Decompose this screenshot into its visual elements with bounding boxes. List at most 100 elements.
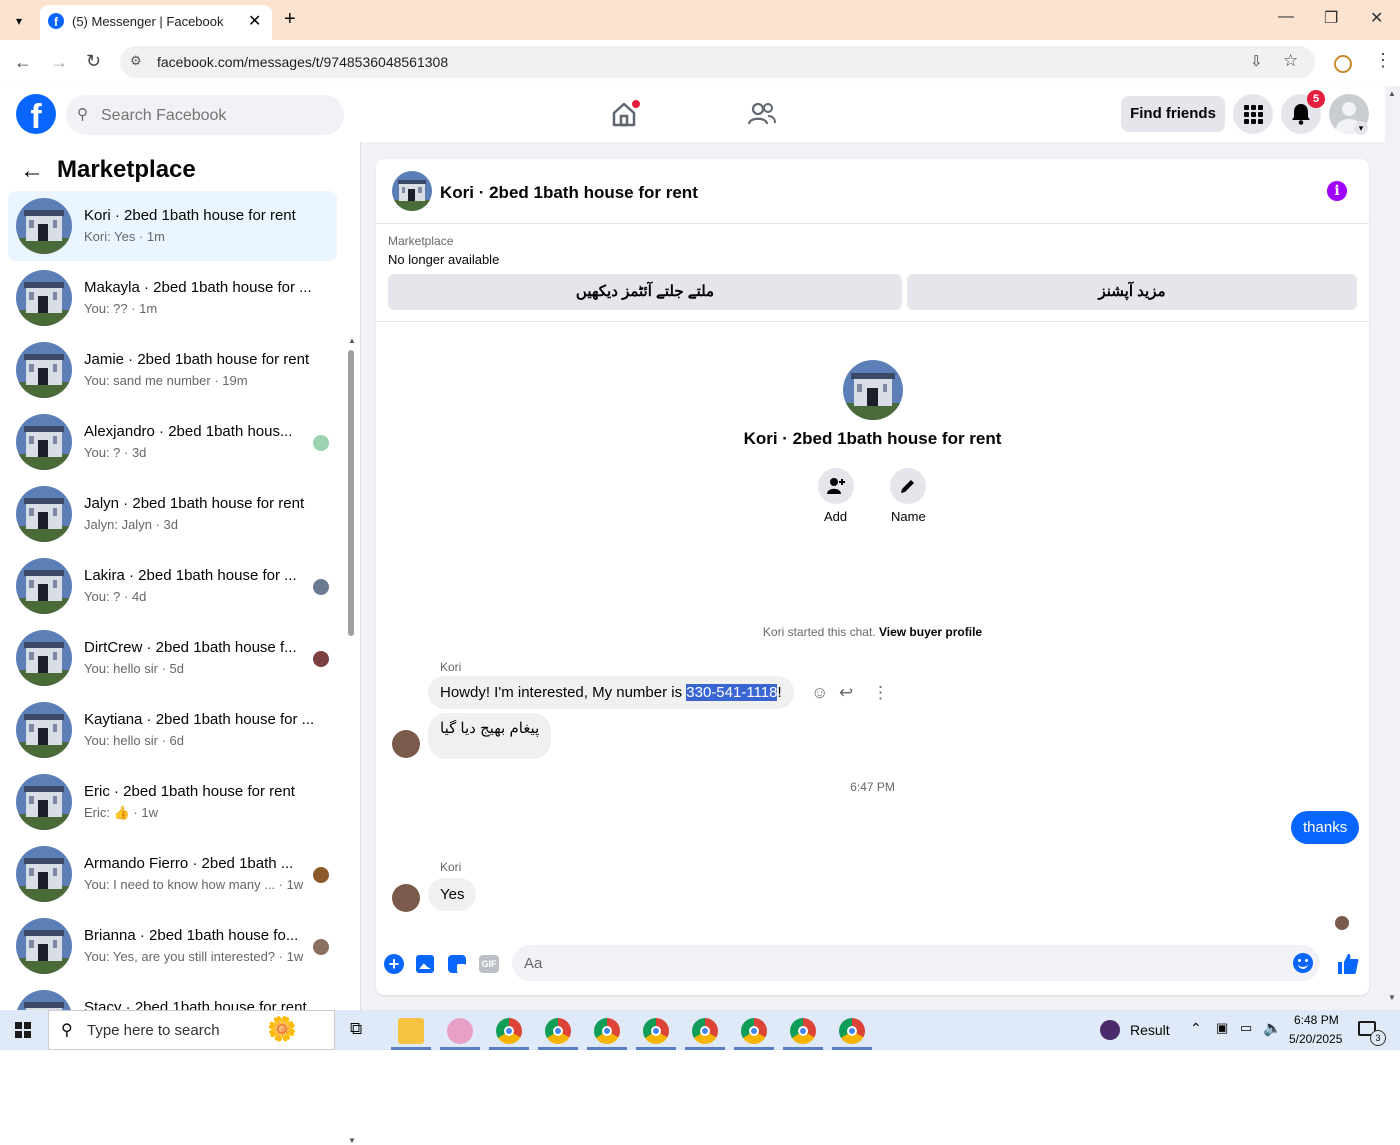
more-actions-icon[interactable]: + bbox=[384, 954, 404, 974]
windows-start-icon[interactable] bbox=[15, 1022, 31, 1038]
account-chevron-icon[interactable]: ▾ bbox=[1354, 121, 1368, 135]
show-hidden-icons[interactable]: ⌃ bbox=[1190, 1020, 1202, 1037]
started-text: Kori started this chat. bbox=[762, 625, 876, 639]
new-tab-icon[interactable]: + bbox=[284, 8, 296, 31]
tab-list-chevron-icon[interactable]: ▾ bbox=[8, 10, 30, 32]
conversation-item[interactable]: Lakira · 2bed 1bath house for ... You: ? … bbox=[8, 551, 337, 621]
conversation-preview: You: ? · 3d bbox=[84, 445, 147, 460]
network-icon[interactable]: ▭ bbox=[1240, 1020, 1252, 1036]
notifications-button[interactable]: 5 bbox=[1281, 90, 1325, 134]
chrome-taskbar-icon[interactable] bbox=[741, 1018, 767, 1044]
message-bubble-urdu[interactable]: پیغام بھیج دیا گیا bbox=[428, 713, 552, 759]
clock-time[interactable]: 6:48 PM bbox=[1294, 1013, 1339, 1027]
conversation-item[interactable]: Eric · 2bed 1bath house for rent Eric: 👍 … bbox=[8, 767, 337, 837]
search-box[interactable]: ⚲ bbox=[66, 95, 344, 137]
conversation-item[interactable]: Kaytiana · 2bed 1bath house for ... You: … bbox=[8, 695, 337, 765]
chrome-taskbar-icon[interactable] bbox=[594, 1018, 620, 1044]
volume-icon[interactable]: 🔈 bbox=[1263, 1019, 1282, 1037]
conversation-preview: Jalyn: Jalyn · 3d bbox=[84, 517, 178, 532]
listing-thumbnail bbox=[16, 990, 72, 1010]
profile-name: Kori · 2bed 1bath house for rent bbox=[743, 429, 1002, 448]
clock-date[interactable]: 5/20/2025 bbox=[1289, 1032, 1342, 1046]
my-message-bubble[interactable]: thanks bbox=[1291, 811, 1360, 844]
listing-thumbnail bbox=[16, 414, 72, 470]
file-explorer-icon[interactable] bbox=[398, 1018, 424, 1044]
search-input[interactable] bbox=[99, 95, 333, 137]
name-button[interactable] bbox=[890, 468, 926, 504]
site-info-icon[interactable]: ⚙ bbox=[130, 53, 142, 69]
message-input[interactable]: Aa bbox=[524, 955, 542, 972]
emoji-icon[interactable] bbox=[1293, 953, 1313, 973]
minimize-icon[interactable]: — bbox=[1278, 8, 1294, 26]
chrome-taskbar-icon[interactable] bbox=[692, 1018, 718, 1044]
menu-grid-button[interactable] bbox=[1233, 94, 1273, 134]
view-buyer-profile-link[interactable]: View buyer profile bbox=[879, 625, 982, 639]
snipping-tool-icon[interactable] bbox=[447, 1018, 473, 1044]
attach-photo-icon[interactable] bbox=[416, 955, 434, 973]
chrome-taskbar-icon[interactable] bbox=[643, 1018, 669, 1044]
chrome-taskbar-icon[interactable] bbox=[839, 1018, 865, 1044]
meet-now-icon[interactable]: ▣ bbox=[1216, 1020, 1228, 1036]
conversation-item[interactable]: Brianna · 2bed 1bath house fo... You: Yes… bbox=[8, 911, 337, 981]
conversation-item[interactable]: Stacy · 2bed 1bath house for rent bbox=[8, 983, 337, 1010]
conversation-item[interactable]: Jamie · 2bed 1bath house for rent You: sa… bbox=[8, 335, 337, 405]
conversation-item[interactable]: Alexjandro · 2bed 1bath hous... You: ? · … bbox=[8, 407, 337, 477]
chat-title[interactable]: Kori · 2bed 1bath house for rent bbox=[440, 183, 698, 203]
facebook-logo-icon[interactable]: f bbox=[16, 94, 56, 134]
scrollbar-thumb[interactable] bbox=[348, 350, 354, 636]
weather-icon[interactable] bbox=[1100, 1020, 1120, 1040]
profile-icon[interactable] bbox=[1334, 55, 1352, 73]
close-window-icon[interactable]: ✕ bbox=[1370, 8, 1383, 28]
gif-icon[interactable]: GIF bbox=[479, 955, 499, 973]
conversation-item[interactable]: Kori · 2bed 1bath house for rent Kori: Ye… bbox=[8, 191, 337, 261]
conversation-preview: You: hello sir · 5d bbox=[84, 661, 184, 676]
conversation-item[interactable]: DirtCrew · 2bed 1bath house f... You: hel… bbox=[8, 623, 337, 693]
taskbar-search[interactable]: ⚲ Type here to search 🌼 bbox=[48, 1010, 335, 1050]
chat-header-avatar[interactable] bbox=[392, 171, 432, 211]
conversation-item[interactable]: Makayla · 2bed 1bath house for ... You: ?… bbox=[8, 263, 337, 333]
listing-thumbnail bbox=[16, 630, 72, 686]
reload-icon[interactable]: ↻ bbox=[86, 51, 101, 72]
back-arrow-icon[interactable]: ← bbox=[20, 157, 44, 185]
tab-close-icon[interactable]: ✕ bbox=[248, 11, 261, 31]
message-bubble-yes[interactable]: Yes bbox=[428, 878, 477, 911]
sticker-icon[interactable] bbox=[448, 955, 466, 973]
reply-icon[interactable]: ↩ bbox=[839, 683, 853, 703]
browser-tab[interactable]: f (5) Messenger | Facebook ✕ bbox=[40, 5, 272, 40]
friends-icon[interactable] bbox=[747, 102, 776, 126]
find-friends-button[interactable]: Find friends bbox=[1121, 96, 1225, 132]
sender-name-2: Kori bbox=[440, 860, 462, 874]
conversation-item[interactable]: Jalyn · 2bed 1bath house for rent Jalyn: … bbox=[8, 479, 337, 549]
home-icon[interactable] bbox=[610, 100, 640, 128]
bookmark-star-icon[interactable]: ☆ bbox=[1283, 51, 1298, 71]
weather-text[interactable]: Result bbox=[1130, 1022, 1170, 1038]
sender-avatar-2[interactable] bbox=[392, 884, 420, 912]
browser-menu-icon[interactable]: ⋮ bbox=[1374, 50, 1392, 71]
see-similar-items-button[interactable]: ملتے جلتے آئٹمز دیکھیں bbox=[388, 274, 902, 310]
add-button[interactable] bbox=[818, 468, 854, 504]
more-icon[interactable]: ⋮ bbox=[872, 683, 889, 703]
chrome-taskbar-icon[interactable] bbox=[790, 1018, 816, 1044]
omnibox[interactable]: ⚙ facebook.com/messages/t/97485360485613… bbox=[120, 46, 1315, 78]
restore-icon[interactable]: ❐ bbox=[1324, 8, 1338, 28]
page-scrollbar[interactable]: ▲ ▼ bbox=[1385, 86, 1400, 1010]
profile-avatar[interactable] bbox=[843, 360, 903, 420]
chrome-taskbar-icon[interactable] bbox=[545, 1018, 571, 1044]
task-view-icon[interactable]: ⧉ bbox=[350, 1019, 362, 1039]
react-icon[interactable]: ☺ bbox=[811, 683, 828, 703]
install-app-icon[interactable]: ⇩ bbox=[1250, 52, 1263, 70]
back-icon[interactable]: ← bbox=[14, 52, 32, 73]
message-timestamp: 6:47 PM bbox=[850, 780, 895, 794]
message-bubble[interactable]: Howdy! I'm interested, My number is 330-… bbox=[428, 676, 794, 709]
conversation-item[interactable]: Armando Fierro · 2bed 1bath ... You: I ne… bbox=[8, 839, 337, 909]
sender-avatar[interactable] bbox=[392, 730, 420, 758]
tab-title: (5) Messenger | Facebook bbox=[72, 14, 224, 29]
chrome-taskbar-icon[interactable] bbox=[496, 1018, 522, 1044]
bell-icon bbox=[1292, 104, 1310, 125]
info-icon[interactable]: i bbox=[1327, 181, 1347, 201]
message-input-box[interactable]: Aa bbox=[512, 945, 1320, 981]
listing-thumbnail bbox=[16, 270, 72, 326]
more-options-button[interactable]: مزید آپشنز bbox=[907, 274, 1357, 310]
like-icon[interactable] bbox=[1337, 953, 1359, 978]
forward-icon[interactable]: → bbox=[50, 52, 68, 73]
